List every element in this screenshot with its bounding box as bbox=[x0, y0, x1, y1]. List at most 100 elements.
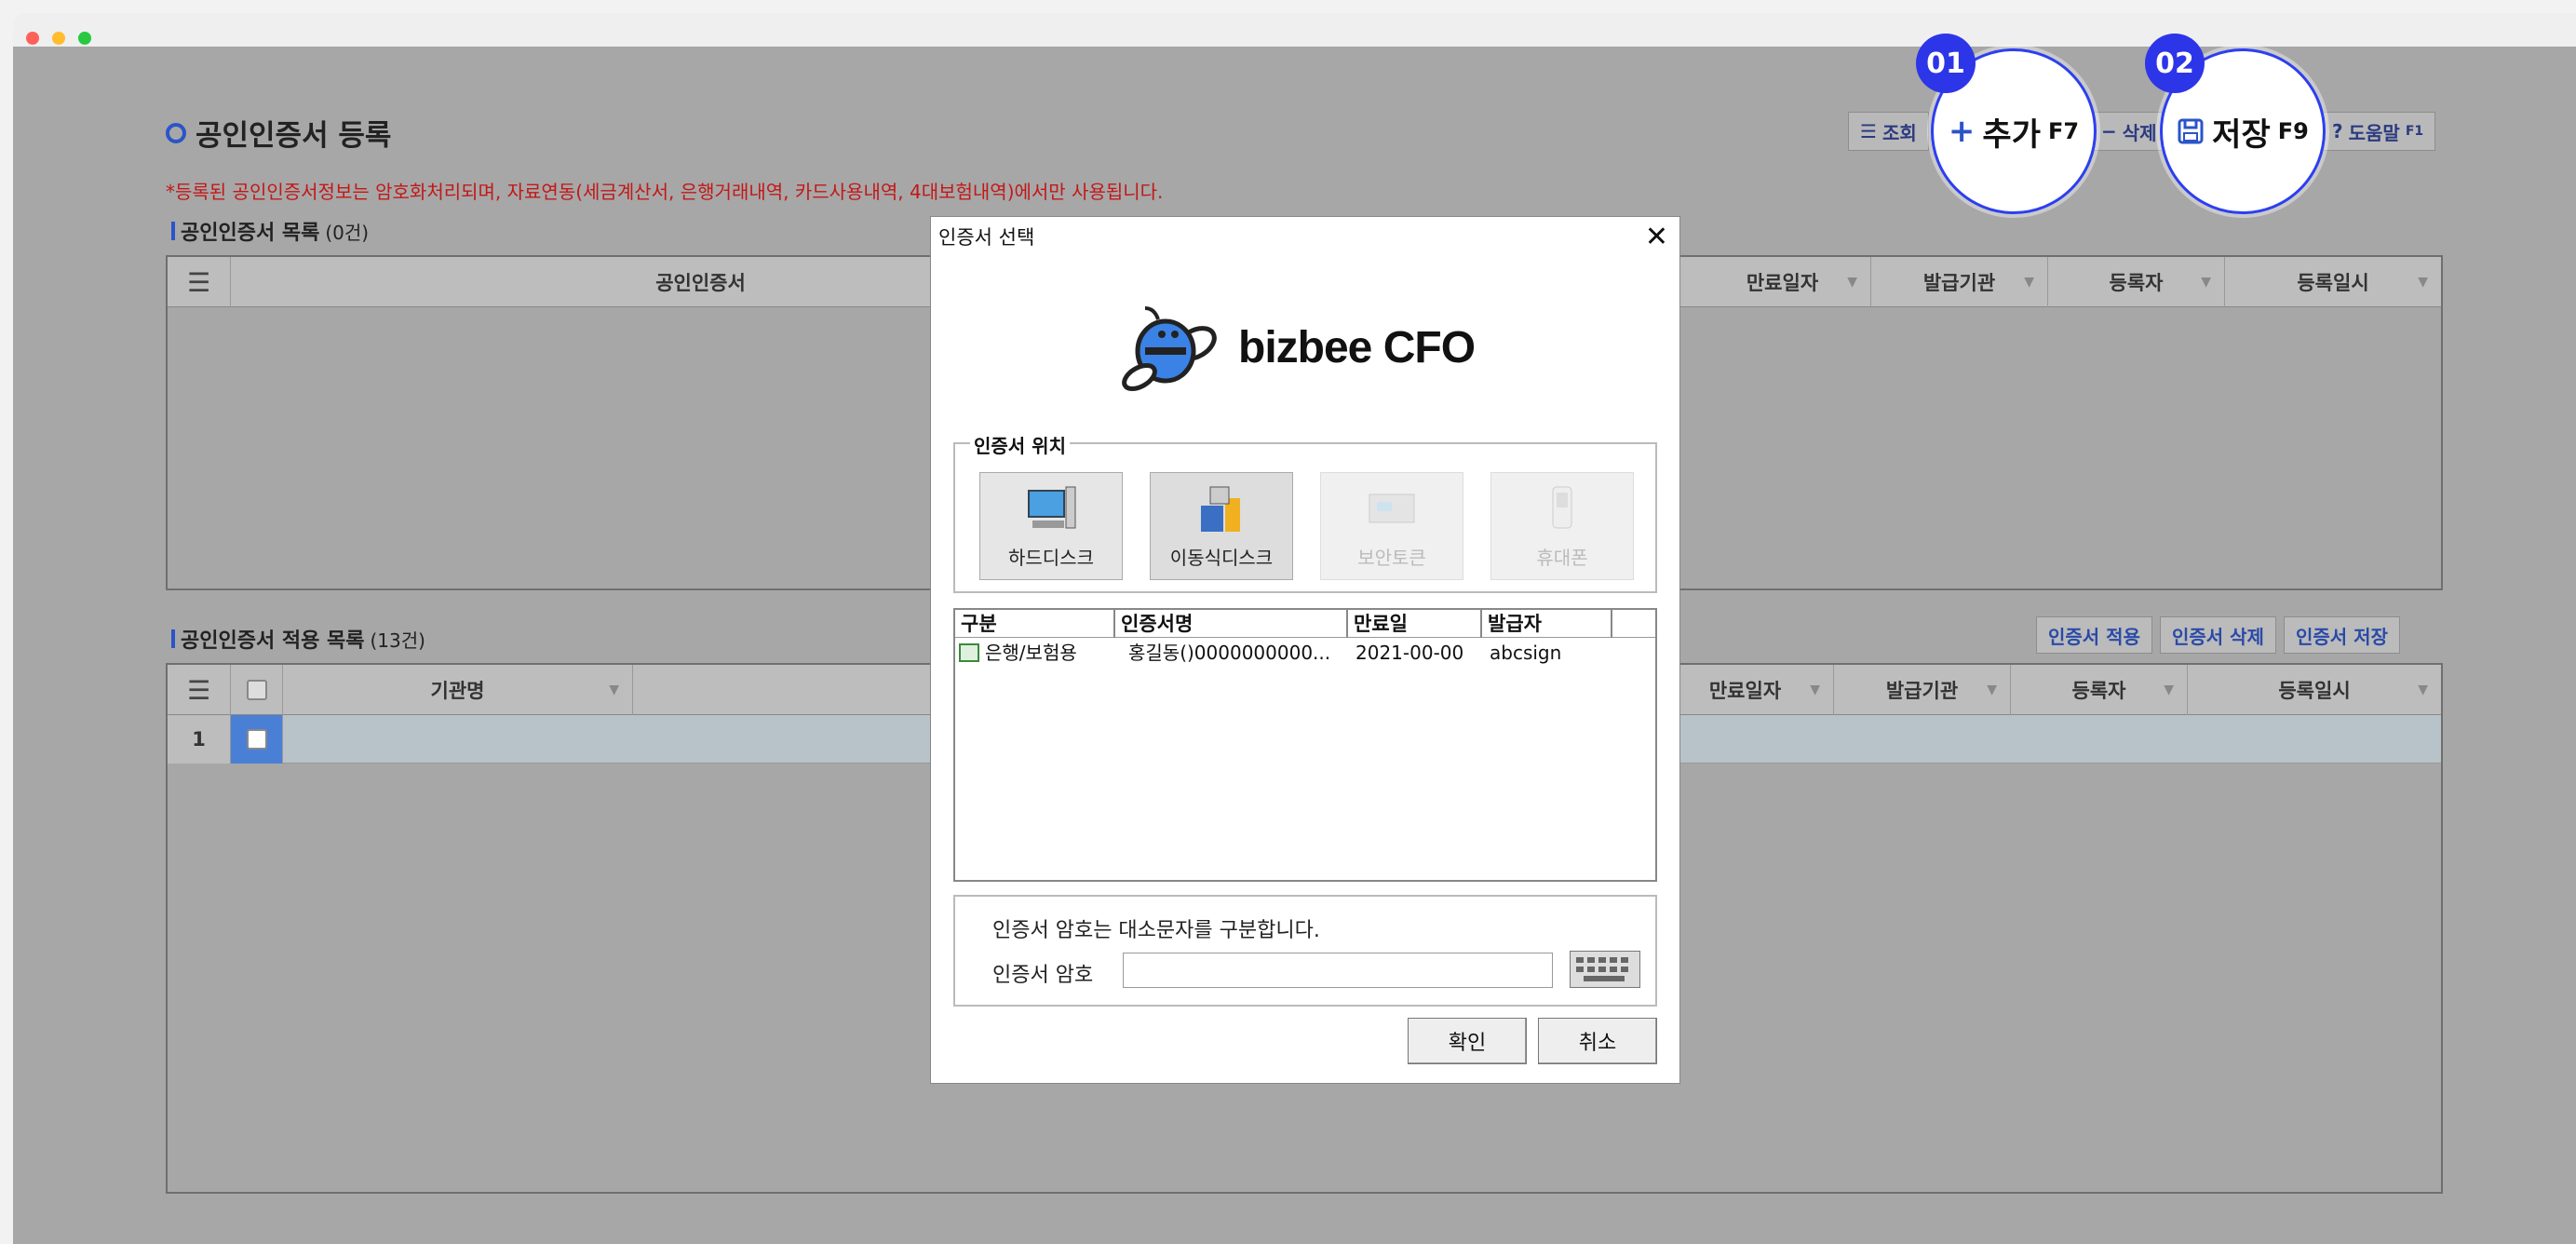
save-icon bbox=[2178, 118, 2204, 144]
list-item[interactable]: 은행/보험용 홍길동()0000000000... 2021-00-00 abc… bbox=[955, 640, 1655, 666]
cert-select-dialog: 인증서 선택 ✕ bizbee CFO 인증서 위치 하드디스크 이동식디스크 bbox=[930, 216, 1680, 1084]
col-regdate2-label: 등록일시 bbox=[2278, 680, 2351, 702]
list2-actions: 인증서 적용 인증서 삭제 인증서 저장 bbox=[2036, 616, 2400, 654]
col-issuer2[interactable]: 발급기관 ▼ bbox=[1834, 665, 2011, 715]
token-icon bbox=[1369, 494, 1415, 523]
col-registrant[interactable]: 등록자 ▼ bbox=[2048, 257, 2225, 307]
callout-number-02: 02 bbox=[2145, 34, 2205, 93]
page-title-text: 공인인증서 등록 bbox=[196, 119, 392, 153]
callout-number-01: 01 bbox=[1916, 34, 1976, 93]
row-number-text: 1 bbox=[192, 728, 206, 750]
save-key: F9 bbox=[2277, 118, 2309, 144]
list1-count: (0건) bbox=[325, 221, 370, 244]
row-number: 1 bbox=[168, 715, 231, 764]
security-token-button[interactable]: 보안토큰 bbox=[1320, 472, 1463, 580]
list2-count: (13건) bbox=[370, 629, 425, 652]
grid-menu-icon[interactable]: ☰ bbox=[168, 665, 231, 715]
minus-icon: − bbox=[2101, 120, 2117, 142]
phone-button[interactable]: 휴대폰 bbox=[1490, 472, 1634, 580]
cert-expiry: 2021-00-00 bbox=[1355, 642, 1464, 664]
delete-label: 삭제 bbox=[2122, 121, 2157, 144]
col-org-label: 기관명 bbox=[430, 680, 485, 702]
search-label: 조회 bbox=[1881, 121, 1917, 144]
col-issuer[interactable]: 발급자 bbox=[1482, 610, 1612, 638]
hard-disk-button[interactable]: 하드디스크 bbox=[979, 472, 1123, 580]
add-label: 추가 bbox=[1982, 115, 2041, 154]
maximize-window-dot[interactable] bbox=[78, 32, 91, 45]
phone-icon bbox=[1552, 486, 1572, 529]
password-label: 인증서 암호 bbox=[992, 964, 1094, 987]
cert-type: 은행/보험용 bbox=[985, 642, 1077, 664]
password-group: 인증서 암호는 대소문자를 구분합니다. 인증서 암호 bbox=[953, 895, 1657, 1007]
computer-icon bbox=[1028, 486, 1076, 529]
add-key: F7 bbox=[2047, 118, 2080, 144]
list1-title: 공인인증서 목록 (0건) bbox=[171, 216, 369, 246]
close-window-dot[interactable] bbox=[26, 32, 39, 45]
removable-disk-label: 이동식디스크 bbox=[1169, 547, 1274, 569]
notice-text: *등록된 공인인증서정보는 암호화처리되며, 자료연동(세금계산서, 은행거래내… bbox=[166, 181, 1164, 203]
grid-menu-icon[interactable]: ☰ bbox=[168, 257, 231, 307]
col-expiry[interactable]: 만료일자 ▼ bbox=[1694, 257, 1871, 307]
col-registrant2[interactable]: 등록자 ▼ bbox=[2011, 665, 2188, 715]
page-title: 공인인증서 등록 bbox=[166, 112, 391, 154]
help-icon: ? bbox=[2332, 120, 2343, 142]
toolbar: ☰ 조회 bbox=[1848, 112, 1929, 151]
col-expiry2-label: 만료일자 bbox=[1708, 680, 1782, 702]
cancel-button[interactable]: 취소 bbox=[1538, 1018, 1657, 1064]
col-name[interactable]: 인증서명 bbox=[1115, 610, 1348, 638]
help-button[interactable]: ? 도움말 F1 bbox=[2320, 112, 2436, 151]
password-input[interactable] bbox=[1123, 953, 1553, 988]
filter-icon[interactable]: ▼ bbox=[1987, 683, 1997, 697]
password-note: 인증서 암호는 대소문자를 구분합니다. bbox=[992, 919, 1320, 942]
col-registrant2-label: 등록자 bbox=[2071, 680, 2126, 702]
minimize-window-dot[interactable] bbox=[52, 32, 65, 45]
dialog-title: 인증서 선택 bbox=[938, 226, 1035, 249]
location-group: 인증서 위치 하드디스크 이동식디스크 보안토큰 휴대폰 bbox=[953, 431, 1657, 593]
col-regdate2[interactable]: 등록일시 ▼ bbox=[2188, 665, 2441, 715]
close-icon[interactable]: ✕ bbox=[1645, 221, 1668, 253]
col-org[interactable]: 기관명 ▼ bbox=[283, 665, 633, 715]
phone-label: 휴대폰 bbox=[1536, 547, 1588, 569]
col-expiry-label: 만료일자 bbox=[1746, 272, 1819, 294]
col-regdate-label: 등록일시 bbox=[2297, 272, 2369, 294]
filter-icon[interactable]: ▼ bbox=[1810, 683, 1820, 697]
security-token-label: 보안토큰 bbox=[1357, 547, 1426, 569]
col-expiry2[interactable]: 만료일자 ▼ bbox=[1657, 665, 1834, 715]
select-all-checkbox[interactable] bbox=[231, 665, 283, 715]
save-cert-button[interactable]: 인증서 저장 bbox=[2283, 616, 2400, 654]
list1-title-text: 공인인증서 목록 bbox=[181, 222, 320, 245]
list-icon: ☰ bbox=[1860, 120, 1877, 142]
col-issuer[interactable]: 발급기관 ▼ bbox=[1871, 257, 2048, 307]
keyboard-icon[interactable] bbox=[1570, 951, 1640, 988]
list2-title-text: 공인인증서 적용 목록 bbox=[181, 629, 365, 653]
search-button[interactable]: ☰ 조회 bbox=[1848, 112, 1929, 151]
filter-icon[interactable]: ▼ bbox=[609, 683, 619, 697]
filter-icon[interactable]: ▼ bbox=[2201, 275, 2211, 290]
apply-cert-button[interactable]: 인증서 적용 bbox=[2036, 616, 2152, 654]
delete-button[interactable]: − 삭제 bbox=[2089, 112, 2169, 151]
col-issuer2-label: 발급기관 bbox=[1885, 680, 1959, 702]
brand-text: bizbee CFO bbox=[1238, 322, 1476, 372]
hard-disk-label: 하드디스크 bbox=[1008, 547, 1094, 569]
col-regdate[interactable]: 등록일시 ▼ bbox=[2225, 257, 2441, 307]
filter-icon[interactable]: ▼ bbox=[2164, 683, 2174, 697]
ok-button[interactable]: 확인 bbox=[1408, 1018, 1527, 1064]
filter-icon[interactable]: ▼ bbox=[2024, 275, 2034, 290]
title-bar-icon bbox=[171, 629, 175, 648]
col-cert-label: 공인인증서 bbox=[655, 272, 746, 294]
row-checkbox[interactable] bbox=[231, 715, 283, 764]
save-label: 저장 bbox=[2212, 115, 2271, 154]
filter-icon[interactable]: ▼ bbox=[1847, 275, 1857, 290]
brand-logo: bizbee CFO bbox=[1117, 303, 1476, 392]
delete-cert-button[interactable]: 인증서 삭제 bbox=[2159, 616, 2276, 654]
col-type[interactable]: 구분 bbox=[955, 610, 1115, 638]
filter-icon[interactable]: ▼ bbox=[2418, 683, 2428, 697]
location-legend: 인증서 위치 bbox=[970, 431, 1070, 458]
cert-list-header: 구분 인증서명 만료일 발급자 bbox=[955, 610, 1655, 638]
col-expiry[interactable]: 만료일 bbox=[1348, 610, 1482, 638]
removable-disk-button[interactable]: 이동식디스크 bbox=[1150, 472, 1293, 580]
list2-title: 공인인증서 적용 목록 (13건) bbox=[171, 624, 425, 654]
help-label: 도움말 bbox=[2348, 121, 2400, 144]
filter-icon[interactable]: ▼ bbox=[2418, 275, 2428, 290]
circle-icon bbox=[166, 122, 186, 143]
